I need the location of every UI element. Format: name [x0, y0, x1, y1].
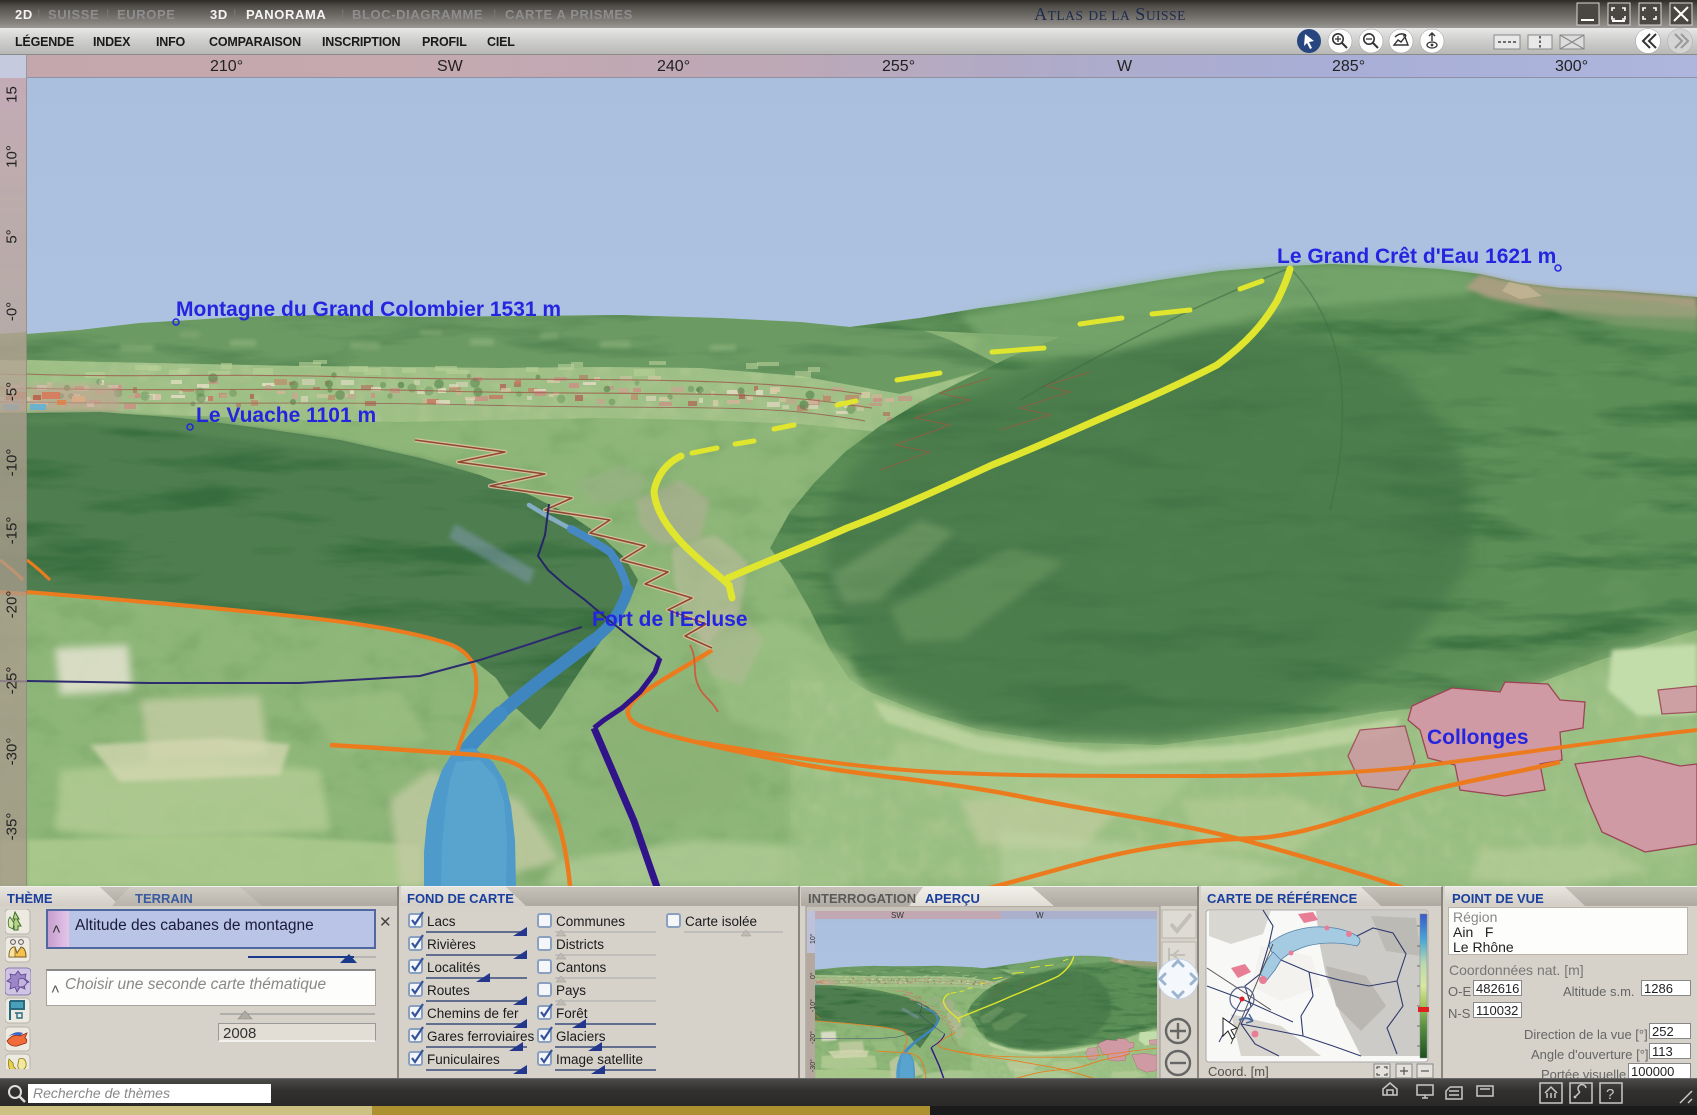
svg-text:Forêt: Forêt — [556, 1006, 588, 1021]
svg-text:Gares ferroviaires: Gares ferroviaires — [427, 1029, 535, 1044]
svg-text:SW: SW — [891, 911, 904, 920]
svg-text:Lacs: Lacs — [427, 914, 456, 929]
svg-text:Montagne du Grand Colombier: Montagne du Grand Colombier 1531 m — [176, 298, 561, 321]
svg-text:Coord. [m]: Coord. [m] — [1208, 1064, 1269, 1079]
svg-text:Chemins de fer: Chemins de fer — [427, 1006, 519, 1021]
svg-text:W: W — [1036, 911, 1044, 920]
svg-text:Communes: Communes — [556, 914, 625, 929]
svg-text:Localités: Localités — [427, 960, 481, 975]
svg-text:Pays: Pays — [556, 983, 586, 998]
svg-text:Recherche de thèmes: Recherche de thèmes — [33, 1085, 170, 1101]
svg-text:Fort de l'Ecluse: Fort de l'Ecluse — [592, 608, 748, 631]
svg-text:Collonges: Collonges — [1427, 726, 1529, 749]
svg-text:Rivières: Rivières — [427, 937, 476, 952]
svg-text:Image satellite: Image satellite — [556, 1052, 643, 1067]
svg-text:Funiculaires: Funiculaires — [427, 1052, 500, 1067]
svg-text:Carte isolée: Carte isolée — [685, 914, 757, 929]
svg-text:Cantons: Cantons — [556, 960, 607, 975]
svg-text:Le Vuache 1101 m: Le Vuache 1101 m — [196, 404, 376, 427]
svg-text:Districts: Districts — [556, 937, 604, 952]
svg-text:Glaciers: Glaciers — [556, 1029, 606, 1044]
svg-text:Le Grand Crêt d'Eau 1621 m: Le Grand Crêt d'Eau 1621 m — [1277, 245, 1556, 268]
svg-text:Routes: Routes — [427, 983, 470, 998]
svg-text:?: ? — [1606, 1086, 1614, 1103]
